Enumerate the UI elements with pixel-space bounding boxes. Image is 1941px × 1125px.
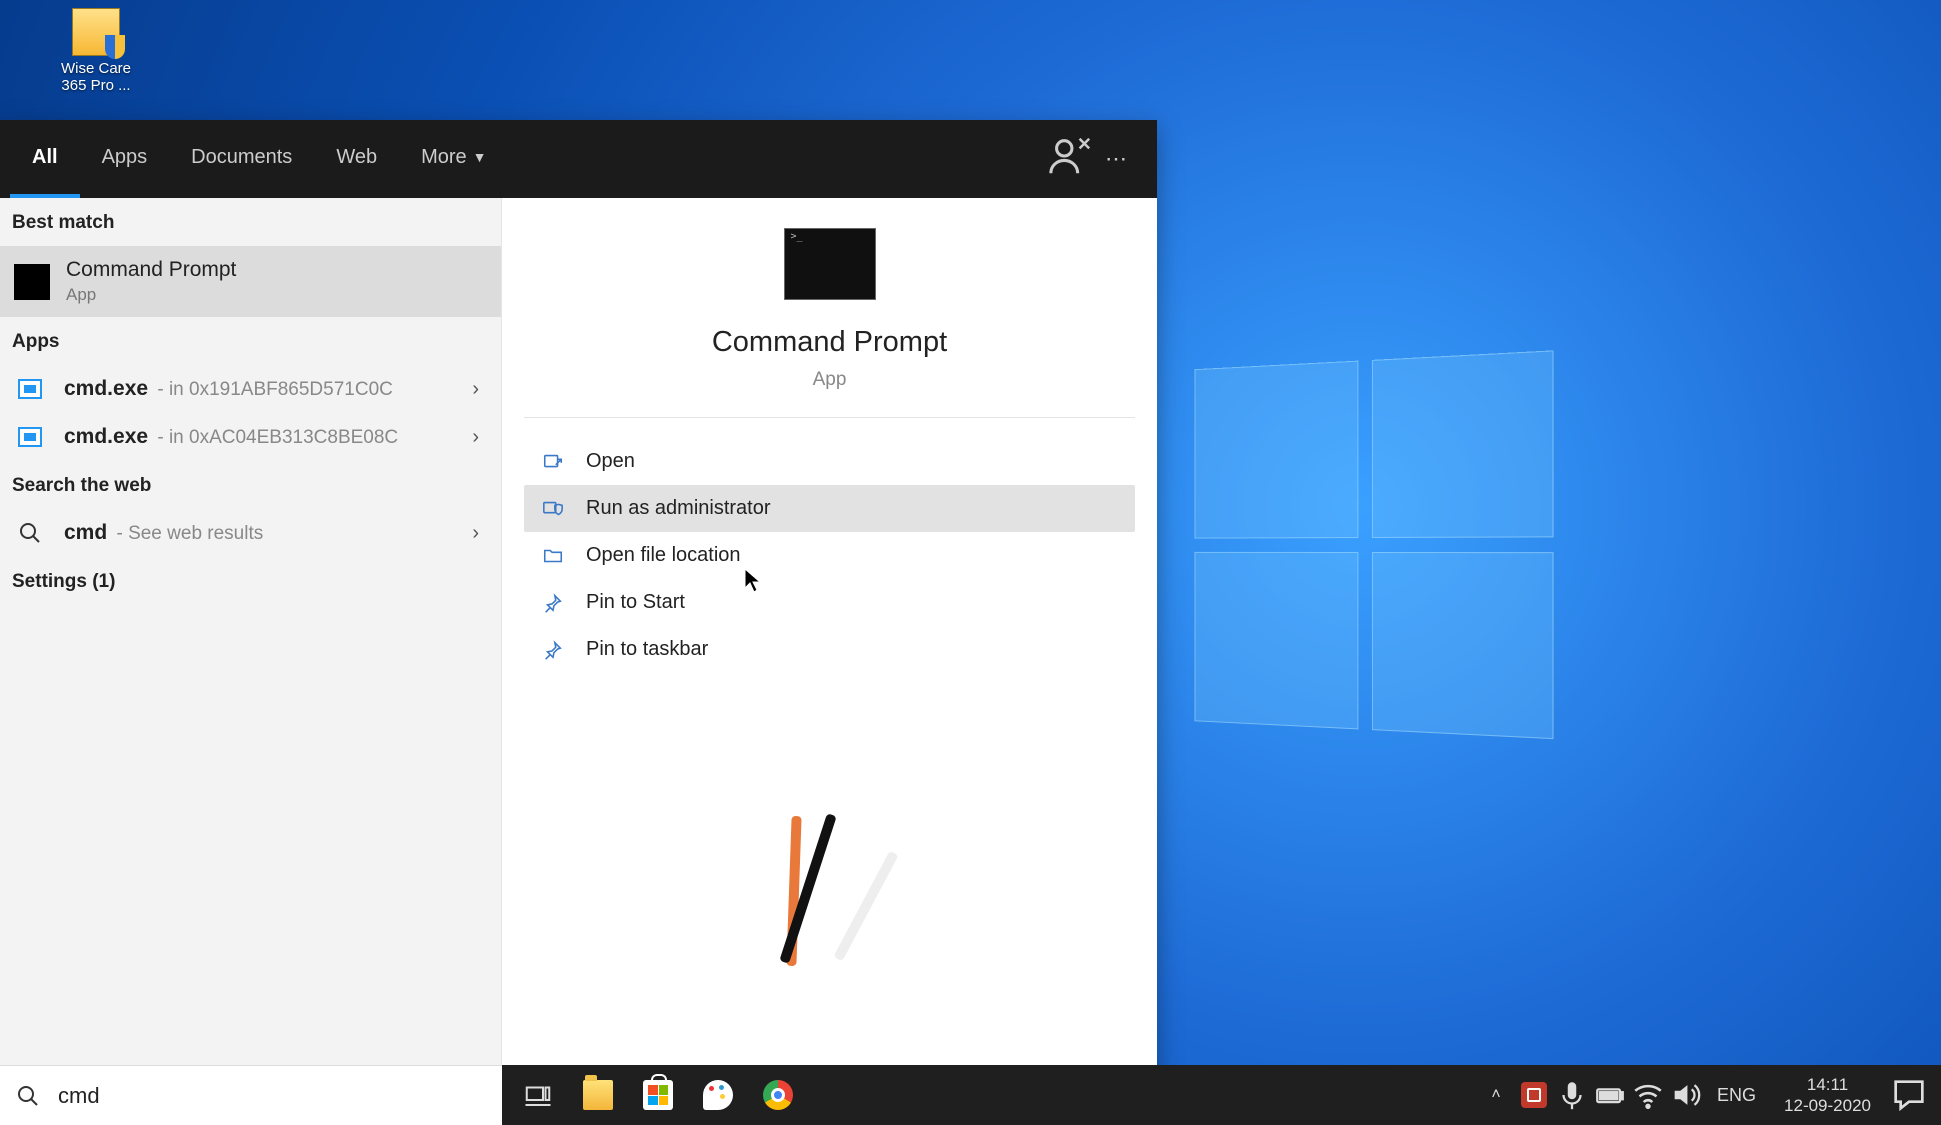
pin-icon (540, 592, 566, 614)
action-label: Run as administrator (586, 497, 771, 520)
exe-icon (18, 379, 42, 399)
tray-wifi-icon[interactable] (1631, 1069, 1665, 1121)
tray-overflow-chevron-icon[interactable]: ˄ (1479, 1069, 1513, 1121)
result-subtitle: App (66, 285, 487, 305)
watermark-logo (789, 811, 871, 966)
taskbar-file-explorer[interactable] (568, 1069, 628, 1121)
tray-clock[interactable]: 14:11 12-09-2020 (1770, 1074, 1885, 1117)
ellipsis-icon[interactable]: ⋯ (1093, 146, 1139, 172)
store-icon (643, 1080, 673, 1110)
tray-notifications-icon[interactable] (1889, 1075, 1929, 1115)
section-settings[interactable]: Settings (1) (0, 557, 501, 605)
action-label: Open file location (586, 544, 741, 567)
desktop-shortcut-label: Wise Care 365 Pro ... (56, 60, 136, 94)
start-search-panel: All Apps Documents Web More▼ ⋯ Best matc… (0, 120, 1157, 1076)
section-apps: Apps (0, 317, 501, 365)
chrome-icon (763, 1080, 793, 1110)
taskbar-microsoft-store[interactable] (628, 1069, 688, 1121)
chevron-right-icon[interactable]: › (464, 522, 487, 545)
preview-subtitle: App (544, 369, 1115, 391)
start-search-input-bar[interactable] (0, 1065, 502, 1125)
result-title: Command Prompt (66, 258, 487, 282)
action-label: Pin to taskbar (586, 638, 708, 661)
filter-tab-web[interactable]: Web (314, 120, 399, 198)
tray-recorder-icon[interactable] (1517, 1069, 1551, 1121)
result-app-cmd-2[interactable]: cmd.exe - in 0xAC04EB313C8BE08C › (0, 413, 501, 461)
pin-icon (540, 639, 566, 661)
search-filter-header: All Apps Documents Web More▼ ⋯ (0, 120, 1157, 198)
folder-icon (540, 545, 566, 567)
filter-tab-all[interactable]: All (10, 120, 80, 198)
section-search-web: Search the web (0, 461, 501, 509)
chevron-right-icon[interactable]: › (464, 378, 487, 401)
paint-icon (703, 1080, 733, 1110)
command-prompt-icon (14, 264, 50, 300)
preview-command-prompt-icon (784, 228, 876, 300)
folder-icon (583, 1080, 613, 1110)
search-input[interactable] (58, 1083, 486, 1109)
taskbar-paint[interactable] (688, 1069, 748, 1121)
result-web-cmd[interactable]: cmd - See web results › (0, 509, 501, 557)
filter-tab-more[interactable]: More▼ (399, 120, 508, 198)
action-label: Pin to Start (586, 591, 685, 614)
taskbar: ˄ ENG 14:11 12-09-2020 (502, 1065, 1941, 1125)
tray-date: 12-09-2020 (1784, 1095, 1871, 1116)
preview-title: Command Prompt (544, 326, 1115, 359)
filter-tab-documents[interactable]: Documents (169, 120, 314, 198)
tray-language[interactable]: ENG (1707, 1085, 1766, 1106)
desktop-shortcut-wise-care[interactable]: Wise Care 365 Pro ... (56, 8, 136, 94)
result-best-match-command-prompt[interactable]: Command Prompt App (0, 246, 501, 317)
action-open[interactable]: Open (524, 438, 1135, 485)
taskbar-task-view[interactable] (508, 1069, 568, 1121)
tray-time: 14:11 (1784, 1074, 1871, 1095)
exe-icon (18, 427, 42, 447)
taskbar-chrome[interactable] (748, 1069, 808, 1121)
filter-tab-apps[interactable]: Apps (80, 120, 170, 198)
open-icon (540, 451, 566, 473)
section-best-match: Best match (0, 198, 501, 246)
tray-battery-icon[interactable] (1593, 1069, 1627, 1121)
action-open-file-location[interactable]: Open file location (524, 532, 1135, 579)
result-app-cmd-1[interactable]: cmd.exe - in 0x191ABF865D571C0C › (0, 365, 501, 413)
action-pin-to-start[interactable]: Pin to Start (524, 579, 1135, 626)
tray-volume-icon[interactable] (1669, 1069, 1703, 1121)
system-tray: ˄ ENG 14:11 12-09-2020 (1479, 1069, 1935, 1121)
wise-care-icon (72, 8, 120, 56)
action-pin-to-taskbar[interactable]: Pin to taskbar (524, 626, 1135, 673)
desktop-windows-logo (1195, 350, 1565, 750)
action-run-as-administrator[interactable]: Run as administrator (524, 485, 1135, 532)
action-label: Open (586, 450, 635, 473)
search-icon (18, 521, 42, 545)
search-results-list: Best match Command Prompt App Apps cmd.e… (0, 198, 502, 1076)
feedback-icon[interactable] (1047, 133, 1093, 185)
chevron-right-icon[interactable]: › (464, 426, 487, 449)
search-preview-pane: Command Prompt App Open Run as administr… (502, 198, 1157, 1076)
search-icon (16, 1084, 40, 1108)
tray-microphone-icon[interactable] (1555, 1069, 1589, 1121)
admin-shield-icon (540, 498, 566, 520)
chevron-down-icon: ▼ (473, 149, 487, 165)
